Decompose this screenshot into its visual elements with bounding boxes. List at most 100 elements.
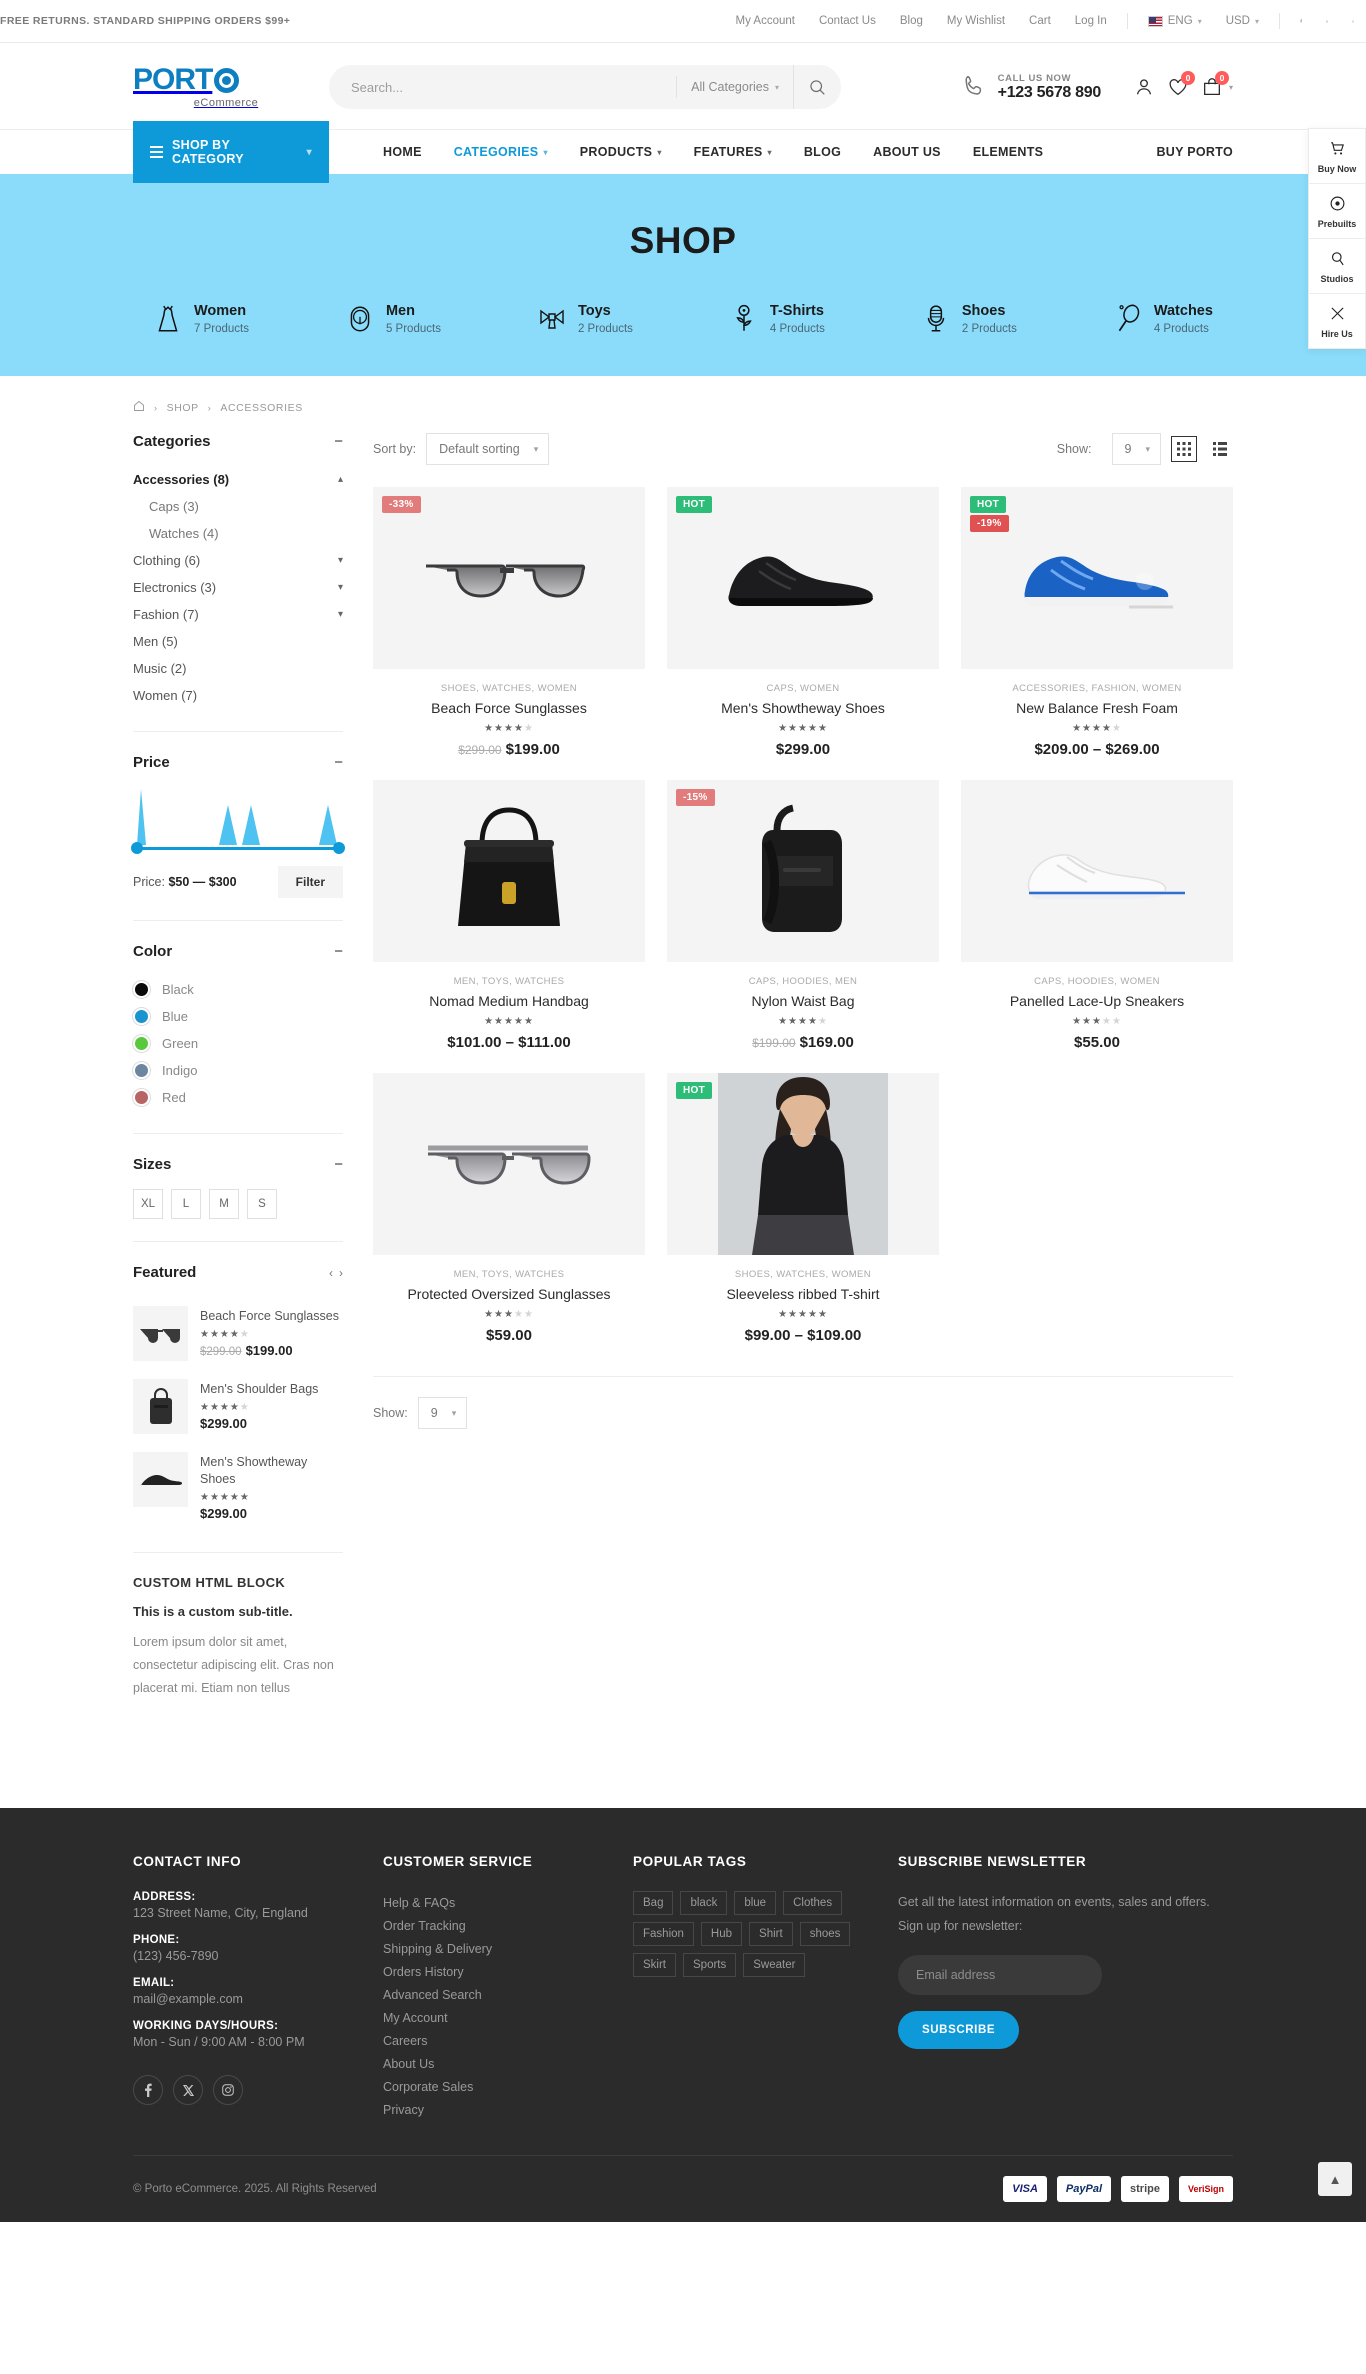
top-link-cart[interactable]: Cart (1017, 15, 1063, 27)
nav-item-categories[interactable]: CATEGORIES ▾ (438, 145, 564, 159)
product-name[interactable]: New Balance Fresh Foam (965, 700, 1229, 716)
product-card[interactable]: HOT -19% ACCESSORIES, FASHION, WOMEN New… (961, 487, 1233, 758)
featured-product[interactable]: Beach Force Sunglasses ★★★★★ $299.00 $199… (133, 1297, 343, 1370)
logo[interactable]: PORT eCommerce (133, 65, 301, 110)
x-twitter-icon[interactable] (173, 2075, 203, 2106)
price-slider-rail[interactable] (131, 842, 345, 854)
product-name[interactable]: Sleeveless ribbed T-shirt (671, 1286, 935, 1302)
hero-category-tshirts[interactable]: T-Shirts 4 Products (729, 302, 825, 336)
featured-product[interactable]: Men's Showtheway Shoes ★★★★★ $299.00 (133, 1443, 343, 1530)
top-link-contact-us[interactable]: Contact Us (807, 15, 888, 27)
collapse-toggle-icon[interactable]: − (334, 755, 343, 770)
tag-sports[interactable]: Sports (683, 1953, 737, 1978)
product-name[interactable]: Beach Force Sunglasses (377, 700, 641, 716)
search-category-select[interactable]: All Categories ▾ (676, 76, 793, 98)
category-item-accessories[interactable]: Accessories (8) ▴ (133, 466, 343, 493)
subscribe-button[interactable]: SUBSCRIBE (898, 2010, 1020, 2049)
product-card[interactable]: MEN, TOYS, WATCHES Protected Oversized S… (373, 1073, 645, 1344)
instagram-icon[interactable] (1340, 8, 1366, 34)
product-card[interactable]: -33% SHOES, WATCHES, WOMEN Beach Force S… (373, 487, 645, 758)
product-image[interactable] (961, 780, 1233, 962)
size-option-xl[interactable]: XL (133, 1189, 163, 1219)
size-option-m[interactable]: M (209, 1189, 239, 1219)
nav-item-features[interactable]: FEATURES ▾ (678, 145, 788, 159)
color-item-indigo[interactable]: Indigo (133, 1057, 343, 1084)
footer-link-order-tracking[interactable]: Order Tracking (383, 1919, 466, 1933)
rail-item-hire-us[interactable]: Hire Us (1309, 294, 1365, 348)
color-item-red[interactable]: Red (133, 1084, 343, 1111)
top-link-my-account[interactable]: My Account (724, 15, 807, 27)
list-view-icon[interactable] (1207, 436, 1233, 462)
featured-prev-icon[interactable]: ‹ (329, 1266, 333, 1280)
color-item-green[interactable]: Green (133, 1030, 343, 1057)
product-name[interactable]: Nylon Waist Bag (671, 993, 935, 1009)
product-name[interactable]: Panelled Lace-Up Sneakers (965, 993, 1229, 1009)
hero-category-watches[interactable]: Watches 4 Products (1113, 302, 1213, 336)
nav-item-blog[interactable]: BLOG (788, 145, 857, 159)
product-image[interactable] (373, 780, 645, 962)
category-item-caps[interactable]: Caps (3) (133, 493, 343, 520)
tag-clothes[interactable]: Clothes (783, 1891, 843, 1916)
shop-by-category-button[interactable]: SHOP BY CATEGORY ▾ (133, 121, 329, 183)
language-switcher[interactable]: ENG ▾ (1136, 15, 1214, 27)
category-item-music[interactable]: Music (2) (133, 655, 343, 682)
nav-item-about-us[interactable]: ABOUT US (857, 145, 957, 159)
footer-link-my-account[interactable]: My Account (383, 2011, 448, 2025)
category-item-men[interactable]: Men (5) (133, 628, 343, 655)
tag-blue[interactable]: blue (734, 1891, 777, 1916)
newsletter-email-input[interactable] (898, 1954, 1102, 1995)
filter-button[interactable]: Filter (277, 866, 343, 898)
tag-bag[interactable]: Bag (633, 1891, 674, 1916)
footer-link-corporate-sales[interactable]: Corporate Sales (383, 2080, 473, 2094)
tag-shirt[interactable]: Shirt (749, 1922, 793, 1947)
account-icon[interactable] (1127, 70, 1161, 104)
product-card[interactable]: HOT CAPS, WOMEN Men's Showtheway Shoes ★… (667, 487, 939, 758)
tag-sweater[interactable]: Sweater (743, 1953, 806, 1978)
hero-category-toys[interactable]: Toys 2 Products (537, 302, 633, 336)
hero-category-men[interactable]: Men 5 Products (345, 302, 441, 336)
product-card[interactable]: MEN, TOYS, WATCHES Nomad Medium Handbag … (373, 780, 645, 1051)
home-icon[interactable] (133, 400, 145, 415)
search-button[interactable] (793, 65, 841, 109)
rail-item-buy-now[interactable]: Buy Now (1309, 129, 1365, 184)
product-card[interactable]: -15% CAPS, HOODIES, MEN Nylon Waist Bag … (667, 780, 939, 1051)
footer-link-help-faqs[interactable]: Help & FAQs (383, 1896, 455, 1910)
nav-item-products[interactable]: PRODUCTS ▾ (564, 145, 678, 159)
tag-skirt[interactable]: Skirt (633, 1953, 676, 1978)
product-name[interactable]: Men's Showtheway Shoes (671, 700, 935, 716)
cart-icon[interactable]: 0 (1195, 70, 1229, 104)
product-image[interactable]: HOT (667, 1073, 939, 1255)
collapse-toggle-icon[interactable]: − (334, 944, 343, 959)
sort-select[interactable]: Default sorting ▾ (426, 433, 550, 465)
price-slider-knob-max[interactable] (333, 842, 345, 854)
facebook-icon[interactable] (133, 2075, 163, 2106)
footer-link-careers[interactable]: Careers (383, 2034, 427, 2048)
buy-porto-link[interactable]: BUY PORTO (1156, 145, 1233, 159)
price-slider[interactable] (131, 787, 345, 854)
nav-item-elements[interactable]: ELEMENTS (957, 145, 1059, 159)
collapse-toggle-icon[interactable]: − (334, 1157, 343, 1172)
product-image[interactable]: -33% (373, 487, 645, 669)
color-item-black[interactable]: Black (133, 976, 343, 1003)
scroll-to-top-button[interactable]: ▲ (1318, 2162, 1352, 2197)
rail-item-prebuilts[interactable]: Prebuilts (1309, 184, 1365, 239)
tag-fashion[interactable]: Fashion (633, 1922, 694, 1947)
top-link-log-in[interactable]: Log In (1063, 15, 1119, 27)
category-item-watches[interactable]: Watches (4) (133, 520, 343, 547)
color-item-blue[interactable]: Blue (133, 1003, 343, 1030)
search-input[interactable] (329, 79, 677, 95)
instagram-icon[interactable] (213, 2075, 243, 2106)
product-card[interactable]: HOT SHOES, WATCHES, WOMEN Sleeveless rib… (667, 1073, 939, 1344)
rail-item-studios[interactable]: Studios (1309, 239, 1365, 294)
footer-link-advanced-search[interactable]: Advanced Search (383, 1988, 482, 2002)
wishlist-icon[interactable]: 0 (1161, 70, 1195, 104)
show-select[interactable]: 9 ▾ (1111, 433, 1161, 465)
product-name[interactable]: Nomad Medium Handbag (377, 993, 641, 1009)
category-item-electronics[interactable]: Electronics (3) ▾ (133, 574, 343, 601)
footer-link-privacy[interactable]: Privacy (383, 2103, 424, 2117)
size-option-s[interactable]: S (247, 1189, 277, 1219)
footer-link-about-us[interactable]: About Us (383, 2057, 434, 2071)
show-select-bottom[interactable]: 9 ▾ (417, 1397, 468, 1429)
price-slider-knob-min[interactable] (131, 842, 143, 854)
featured-product[interactable]: Men's Shoulder Bags ★★★★★ $299.00 (133, 1370, 343, 1443)
